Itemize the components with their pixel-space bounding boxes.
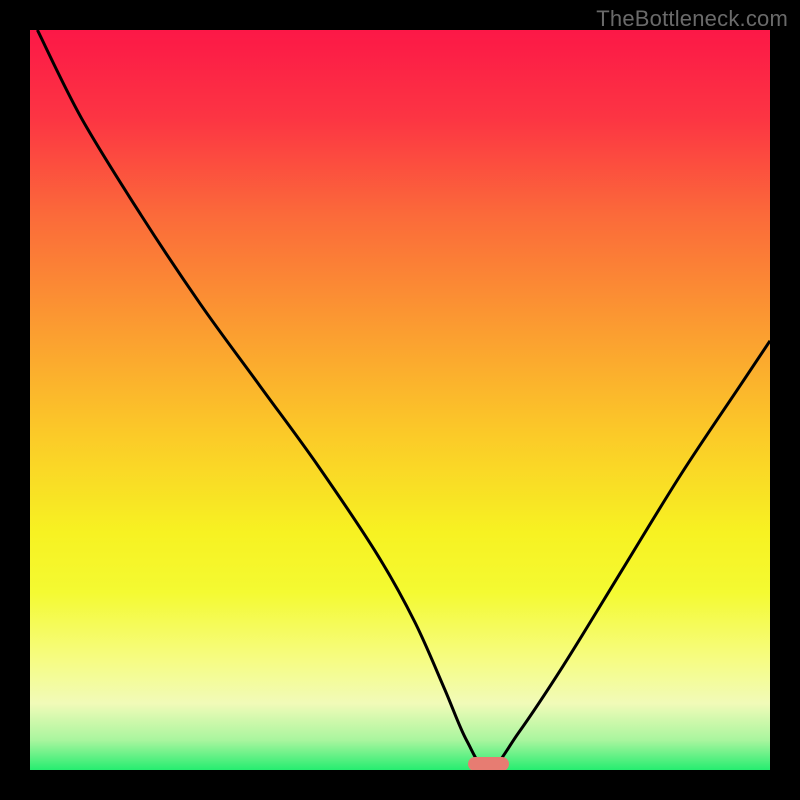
chart-frame: TheBottleneck.com: [0, 0, 800, 800]
optimum-marker: [468, 757, 509, 770]
bottleneck-curve: [30, 30, 770, 770]
bottleneck-curve-path: [37, 30, 770, 770]
credit-label: TheBottleneck.com: [596, 6, 788, 32]
plot-area: [30, 30, 770, 770]
